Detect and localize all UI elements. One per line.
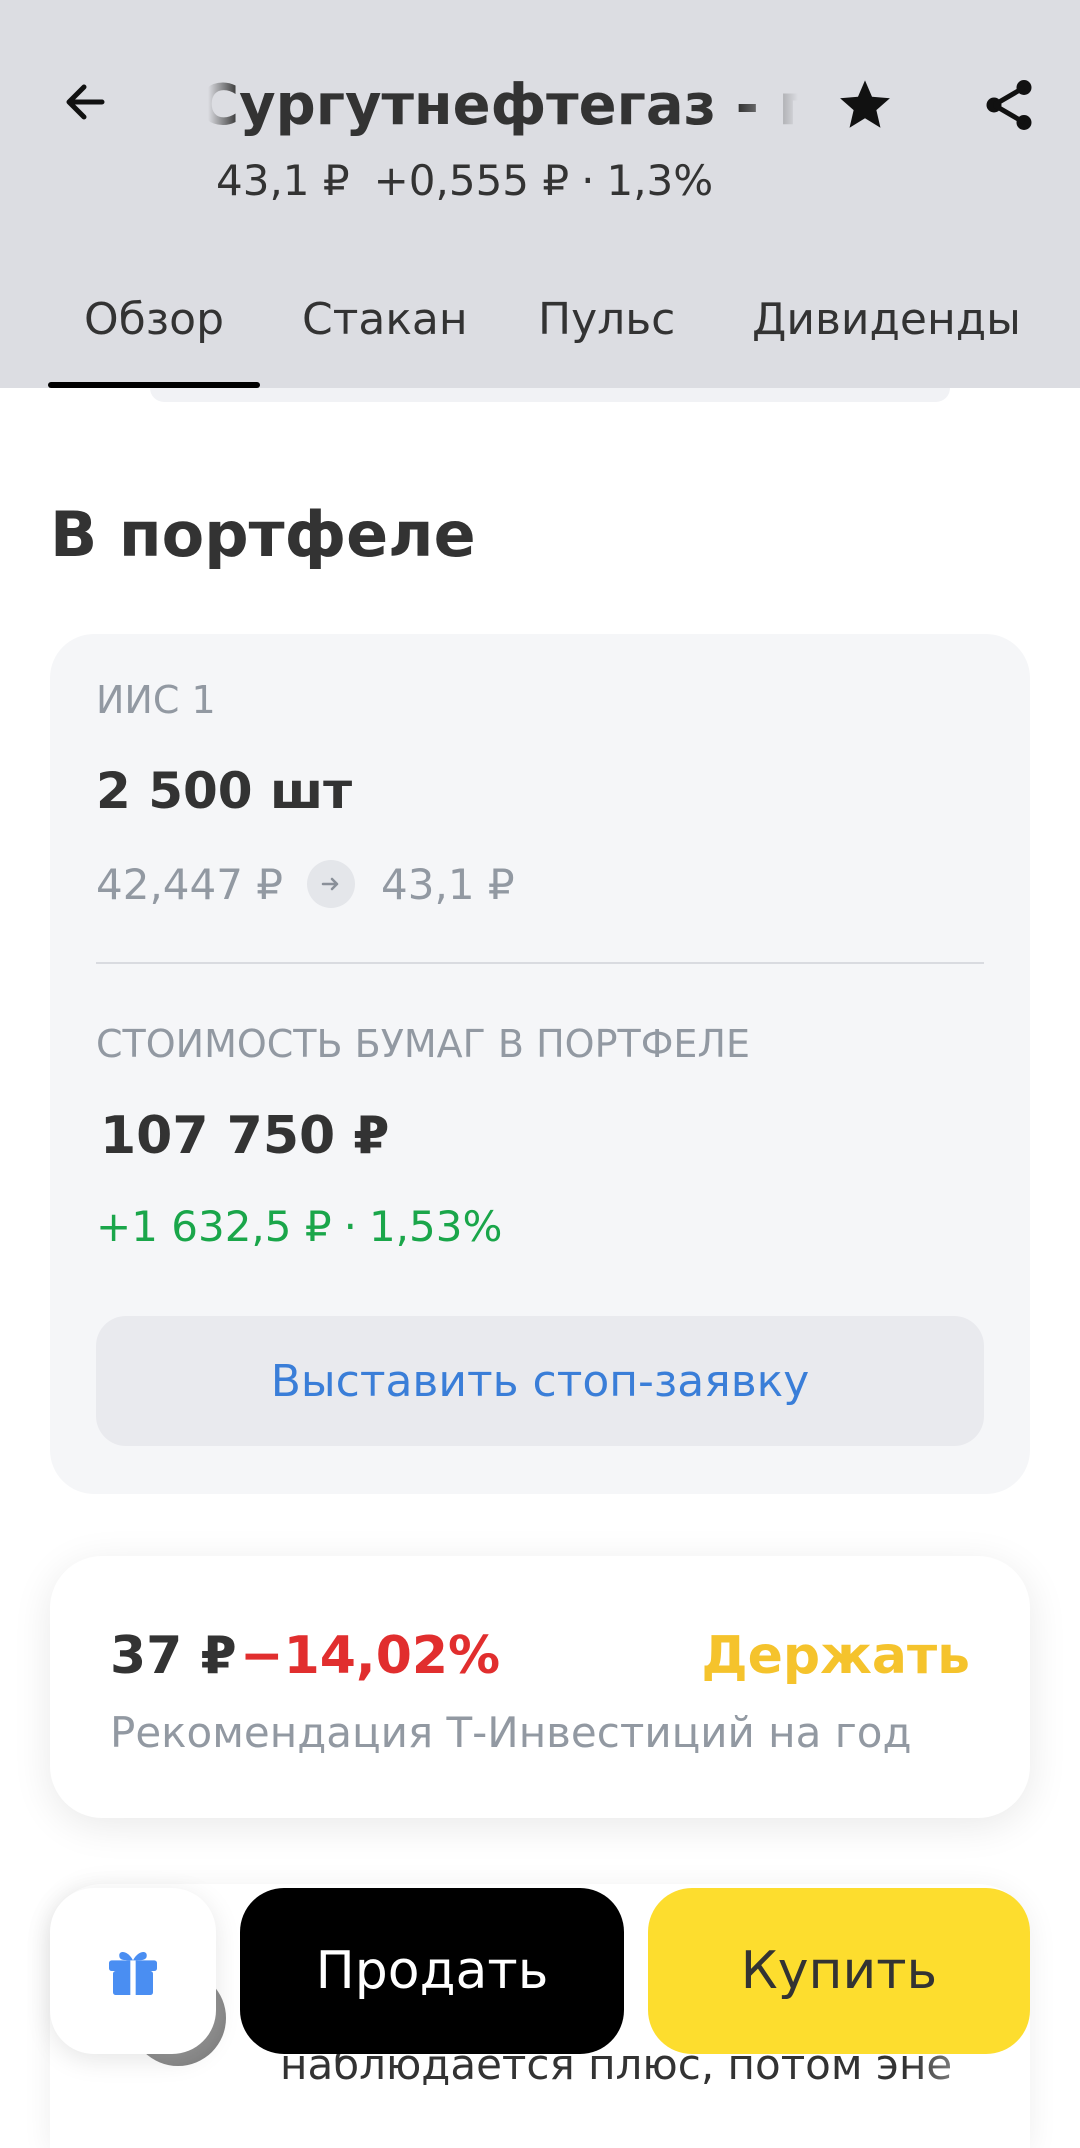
buy-button[interactable]: Купить [648,1888,1030,2054]
section-title-portfolio: В портфеле [50,498,476,571]
portfolio-pnl: +1 632,5 ₽ · 1,53% [96,1202,502,1251]
recommendation-subtitle: Рекомендация Т-Инвестиций на год [110,1708,912,1757]
title-fade-right [738,66,798,146]
price-change-abs: +0,555 ₽ [373,155,570,205]
pnl-separator: · [343,1202,357,1251]
price-line: 43,1 ₽ +0,555 ₽ · 1,3% [216,150,713,210]
target-price: 37 ₽ [110,1626,237,1686]
position-quantity: 2 500 шт [96,762,353,820]
tab-overview[interactable]: Обзор [47,280,261,388]
back-arrow-icon [66,84,105,120]
divider [96,962,984,964]
gift-button[interactable] [50,1888,216,2054]
star-icon [840,80,890,128]
gift-icon [109,1951,157,1995]
tab-dividends[interactable]: Дивиденды [752,280,1021,388]
sell-button[interactable]: Продать [240,1888,624,2054]
target-change: −14,02% [240,1626,501,1686]
average-price: 42,447 ₽ [96,859,284,909]
portfolio-card: ИИС 1 2 500 шт 42,447 ₽ 43,1 ₽ СТОИМОСТЬ… [50,634,1030,1494]
favorite-button[interactable] [820,60,910,150]
tab-orderbook[interactable]: Стакан [302,280,468,388]
back-button[interactable] [46,62,126,142]
pnl-abs: +1 632,5 ₽ [96,1202,332,1251]
account-name: ИИС 1 [96,678,216,722]
price-change-pct: 1,3% [606,155,714,205]
tab-pulse[interactable]: Пульс [538,280,675,388]
share-button[interactable] [964,60,1054,150]
recommendation-verdict: Держать [701,1626,970,1686]
pnl-pct: 1,53% [368,1202,503,1251]
current-price-portfolio: 43,1 ₽ [381,859,515,909]
price-comparison: 42,447 ₽ 43,1 ₽ [96,854,515,914]
current-price: 43,1 ₽ [216,155,350,205]
previous-card-edge [150,388,950,402]
portfolio-value: 107 750 ₽ [100,1106,390,1166]
stop-order-button[interactable]: Выставить стоп-заявку [96,1316,984,1446]
price-change-separator: · [581,155,595,205]
instrument-title: Сургутнефтегаз - п [208,73,798,138]
arrow-right-icon [307,860,356,908]
instrument-title-container: Сургутнефтегаз - п [208,66,798,146]
portfolio-value-label: СТОИМОСТЬ БУМАГ В ПОРТФЕЛЕ [96,1022,750,1066]
tab-bar: Обзор Стакан Пульс Дивиденды [0,280,1080,388]
recommendation-card[interactable]: 37 ₽ −14,02% Держать Рекомендация Т-Инве… [50,1556,1030,1818]
share-icon [986,80,1032,130]
title-fade-left [208,66,238,146]
app-header: Сургутнефтегаз - п 43,1 ₽ +0,555 ₽ · 1,3… [0,0,1080,388]
